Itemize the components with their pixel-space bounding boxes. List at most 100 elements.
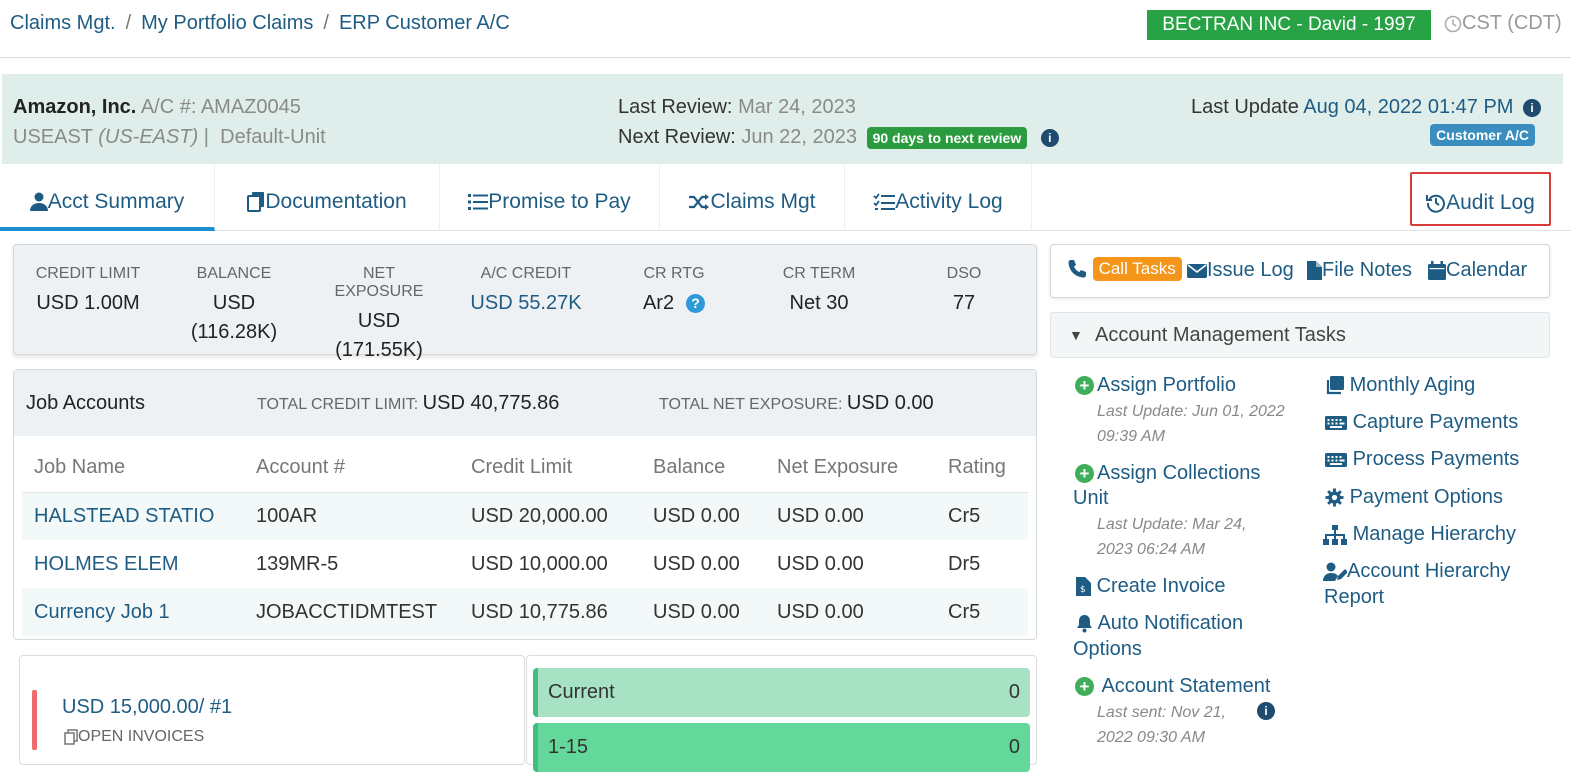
net-exposure: NET EXPOSURE USD (171.55K) [319, 265, 439, 365]
capture-payments-link[interactable]: Capture Payments [1325, 409, 1518, 435]
issue-log-link[interactable]: Issue Log [1187, 259, 1294, 282]
account-management-tasks-header[interactable]: ▼ Account Management Tasks [1050, 312, 1550, 358]
clock-icon [1444, 12, 1462, 34]
table-cell: USD 0.00 [641, 588, 765, 636]
table-cell: USD 10,000.00 [471, 552, 608, 575]
account-statement-sent: Last sent: Nov 21, [1097, 704, 1226, 721]
tab-label: Promise to Pay [488, 190, 631, 213]
account-hierarchy-report-link[interactable]: Account Hierarchy [1323, 558, 1510, 584]
timezone[interactable]: CST (CDT) [1444, 12, 1562, 35]
breadcrumb-my-portfolio-claims[interactable]: My Portfolio Claims [141, 12, 313, 34]
file-notes-link[interactable]: File Notes [1307, 259, 1412, 282]
open-invoices-amount[interactable]: USD 15,000.00/ #1 [62, 696, 232, 719]
open-invoices-label[interactable]: OPEN INVOICES [64, 728, 204, 746]
process-payments-link[interactable]: Process Payments [1325, 446, 1519, 472]
help-icon[interactable]: ? [686, 294, 706, 314]
table-cell: USD 0.00 [653, 552, 740, 575]
timezone-label: CST (CDT) [1462, 12, 1562, 34]
aging-label: 1-15 [548, 736, 589, 758]
account-statement-label: Account Statement [1101, 675, 1271, 697]
credit-limit: CREDIT LIMIT USD 1.00M [28, 265, 148, 318]
breadcrumb-erp-customer[interactable]: ERP Customer A/C [339, 12, 510, 34]
breadcrumb-claims-mgt[interactable]: Claims Mgt. [10, 12, 116, 34]
divider: | [203, 126, 209, 148]
job-name-link[interactable]: Currency Job 1 [22, 588, 244, 636]
table-cell: Cr5 [936, 588, 1028, 636]
last-update: Last Update Aug 04, 2022 01:47 PM i [1191, 96, 1541, 119]
status-bar [32, 690, 37, 750]
assign-collections-label-cont[interactable]: Unit [1073, 485, 1109, 511]
aging-row-current[interactable]: Current 0 [533, 668, 1030, 717]
list-icon [468, 190, 489, 213]
tab-activity-log[interactable]: Activity Log [845, 165, 1032, 231]
last-review-label: Last Review: [618, 96, 733, 118]
create-invoice-link[interactable]: $ Create Invoice [1076, 573, 1226, 599]
manage-hierarchy-link[interactable]: Manage Hierarchy [1323, 521, 1516, 547]
cr-term-value: Net 30 [789, 292, 849, 314]
net-exposure-value: (171.55K) [335, 339, 423, 361]
column-header[interactable]: Balance [641, 444, 765, 493]
assign-collections-label: Assign Collections [1097, 462, 1261, 484]
assign-portfolio-link[interactable]: + Assign Portfolio [1075, 372, 1236, 398]
tab-promise-to-pay[interactable]: Promise to Pay [440, 165, 660, 231]
column-header[interactable]: Credit Limit [459, 444, 641, 493]
ac-number: AMAZ0045 [200, 96, 301, 118]
assign-collections-unit-link[interactable]: + Assign Collections [1075, 460, 1260, 486]
total-net-exposure: TOTAL NET EXPOSURE: USD 0.00 [659, 392, 934, 415]
cr-rtg: CR RTG Ar2? [624, 265, 724, 318]
payment-options-link[interactable]: Payment Options [1325, 484, 1503, 510]
ac-credit-value[interactable]: USD 55.27K [466, 289, 586, 318]
monthly-aging-link[interactable]: Monthly Aging [1325, 372, 1475, 398]
shuffle-icon [688, 190, 710, 213]
total-net-value: USD 0.00 [846, 392, 934, 414]
tab-audit-log[interactable]: Audit Log [1410, 172, 1551, 226]
table-cell: USD 0.00 [641, 492, 765, 540]
ac-credit-label: A/C CREDIT [480, 265, 572, 282]
info-icon[interactable]: i [1523, 98, 1541, 117]
table-cell: Cr5 [936, 492, 1028, 540]
calendar-link[interactable]: Calendar [1428, 259, 1527, 282]
job-name-link[interactable]: HALSTEAD STATIO [22, 492, 244, 540]
table-cell: USD 10,775.86 [459, 588, 641, 636]
keyboard-icon [1325, 448, 1347, 470]
checklist-icon [873, 190, 896, 213]
table-row[interactable]: HOLMES ELEM 139MR-5 USD 10,000.00 USD 0.… [22, 540, 1028, 588]
job-accounts-title: Job Accounts [26, 392, 145, 414]
region-code: (US-EAST) [98, 126, 199, 148]
table-cell: USD 0.00 [765, 588, 936, 636]
balance: BALANCE USD (116.28K) [179, 265, 289, 347]
last-review-value: Mar 24, 2023 [738, 96, 856, 118]
column-header[interactable]: Account # [244, 444, 459, 493]
last-update-label: Last Update [1190, 96, 1299, 118]
tab-acct-summary[interactable]: Acct Summary [0, 165, 215, 231]
copy-icon [1325, 374, 1344, 396]
column-header[interactable]: Job Name [22, 444, 244, 493]
aging-row-1-15[interactable]: 1-15 0 [533, 723, 1030, 772]
caret-down-icon: ▼ [1069, 327, 1083, 343]
auto-notification-label-cont[interactable]: Options [1073, 636, 1142, 662]
auto-notification-options-link[interactable]: Auto Notification [1076, 610, 1243, 636]
job-accounts-header: Job Accounts TOTAL CREDIT LIMIT: USD 40,… [14, 370, 1036, 436]
tab-claims-mgt[interactable]: Claims Mgt [660, 165, 845, 231]
ac-credit: A/C CREDIT USD 55.27K [466, 265, 586, 318]
column-header[interactable]: Net Exposure [765, 444, 936, 493]
column-header[interactable]: Rating [936, 444, 1028, 493]
tab-label: Acct Summary [47, 190, 185, 213]
invoice-icon: $ [1076, 575, 1091, 597]
aging-count: 0 [1008, 681, 1020, 703]
job-name-link[interactable]: HOLMES ELEM [22, 540, 244, 588]
call-tasks-button[interactable]: Call Tasks [1067, 257, 1182, 281]
account-hierarchy-report-label-cont[interactable]: Report [1324, 584, 1384, 610]
tab-documentation[interactable]: Documentation [215, 165, 440, 231]
sitemap-icon [1323, 523, 1347, 545]
table-row[interactable]: HALSTEAD STATIO 100AR USD 20,000.00 USD … [22, 492, 1028, 540]
net-exposure-label: NET EXPOSURE [334, 265, 424, 300]
account-statement-link[interactable]: + Account Statement [1075, 673, 1270, 699]
info-icon[interactable]: i [1257, 702, 1275, 720]
table-row[interactable]: Currency Job 1 JOBACCTIDMTEST USD 10,775… [22, 588, 1028, 636]
aging-panel: Current 0 1-15 0 [526, 655, 1037, 772]
table-cell: USD 20,000.00 [459, 492, 641, 540]
assign-collections-updated-time: 2023 06:24 AM [1097, 541, 1205, 558]
info-icon[interactable]: i [1040, 128, 1059, 147]
tenant-button[interactable]: BECTRAN INC - David - 1997 [1147, 10, 1431, 40]
